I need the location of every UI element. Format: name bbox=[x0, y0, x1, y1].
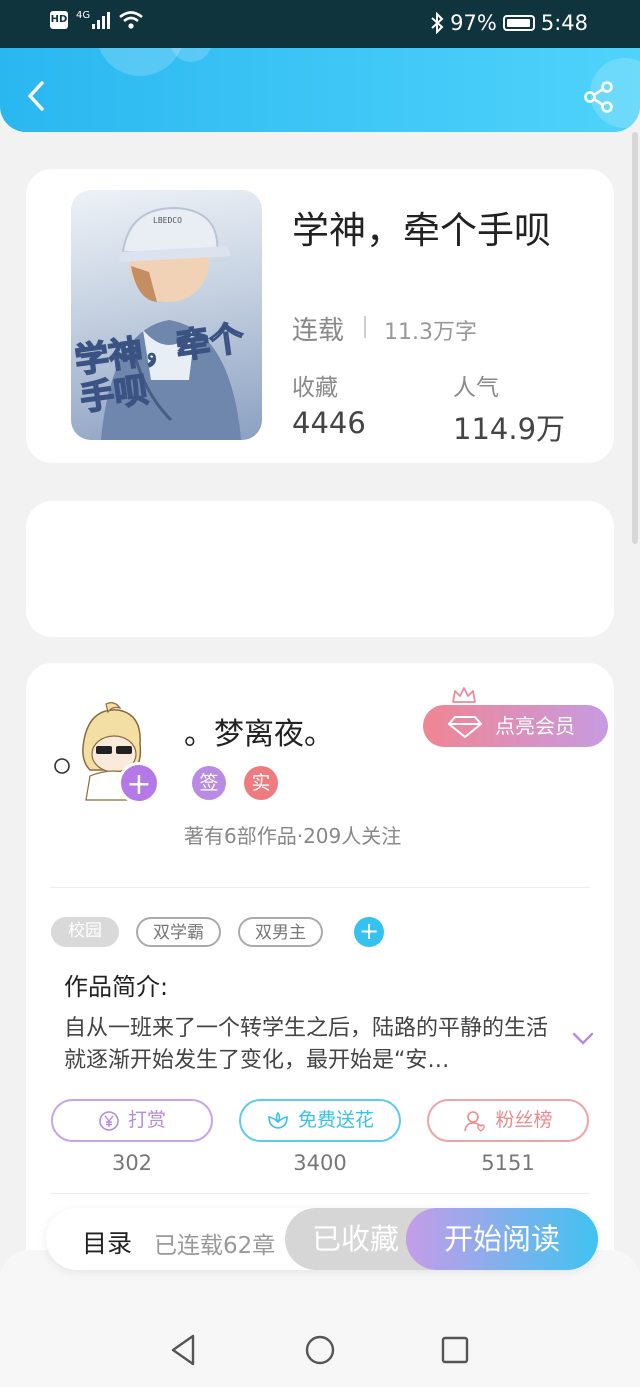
nav-home-icon[interactable] bbox=[300, 1330, 340, 1370]
battery-percent: 97% bbox=[450, 11, 497, 35]
nav-back-icon[interactable] bbox=[165, 1330, 205, 1370]
battery-icon bbox=[502, 15, 535, 31]
tip-label: 打赏 bbox=[127, 1109, 166, 1131]
intro-heading: 作品简介: bbox=[64, 973, 169, 1001]
signal-icon bbox=[92, 11, 111, 29]
collect-count: 4446 bbox=[292, 406, 366, 440]
fan-person-icon bbox=[464, 1110, 486, 1132]
flower-icon bbox=[268, 1111, 288, 1129]
intro-text: 自从一班来了一个转学生之后，陆路的平静的生活就逐渐开始发生了变化，最开始是“安… bbox=[64, 1016, 549, 1073]
wifi-icon bbox=[119, 11, 143, 29]
flower-count: 3400 bbox=[293, 1151, 347, 1175]
collect-label: 收藏 bbox=[292, 375, 338, 401]
book-status: 连载 bbox=[292, 316, 345, 346]
fan-ranking-label: 粉丝榜 bbox=[495, 1109, 553, 1131]
bluetooth-icon bbox=[431, 12, 444, 34]
crown-icon bbox=[452, 687, 476, 703]
diamond-icon bbox=[448, 716, 482, 738]
status-bar: HD 4G 97% 5:48 bbox=[0, 0, 640, 48]
back-icon[interactable] bbox=[22, 80, 54, 112]
expand-chevron-icon[interactable] bbox=[572, 1032, 594, 1046]
signed-badge: 签 bbox=[192, 766, 226, 800]
follow-author-button[interactable]: + bbox=[118, 762, 160, 804]
network-label: 4G bbox=[76, 10, 91, 21]
clock: 5:48 bbox=[540, 11, 588, 35]
section-divider bbox=[50, 1193, 590, 1194]
book-cover[interactable]: LBEDCO 学神，牵个手呗 bbox=[71, 190, 262, 440]
nav-recents-icon[interactable] bbox=[435, 1330, 475, 1370]
verified-badge: 实 bbox=[244, 766, 278, 800]
book-title: 学神，牵个手呗 bbox=[292, 209, 551, 252]
fan-ranking-button[interactable]: 粉丝榜 bbox=[427, 1099, 589, 1142]
vip-label: 点亮会员 bbox=[495, 714, 575, 738]
hd-icon: HD bbox=[50, 11, 68, 29]
tip-count: 302 bbox=[111, 1151, 153, 1175]
tag-item[interactable]: 双学霸 bbox=[136, 917, 221, 947]
section-divider bbox=[50, 887, 590, 888]
vip-member-button[interactable]: 点亮会员 bbox=[423, 705, 608, 747]
popularity-label: 人气 bbox=[453, 375, 499, 401]
cover-cap-text: LBEDCO bbox=[153, 216, 182, 225]
send-flower-button[interactable]: 免费送花 bbox=[239, 1099, 401, 1142]
send-flower-label: 免费送花 bbox=[297, 1109, 374, 1131]
author-works-info: 著有6部作品·209人关注 bbox=[184, 824, 402, 848]
add-tag-button[interactable]: + bbox=[354, 917, 384, 947]
tag-item[interactable]: 双男主 bbox=[238, 917, 323, 947]
start-reading-button[interactable]: 开始阅读 bbox=[406, 1208, 598, 1270]
author-name[interactable]: 。梦离夜。 bbox=[184, 709, 334, 753]
tag-item[interactable]: 校园 bbox=[51, 917, 119, 947]
scrollbar[interactable] bbox=[632, 132, 638, 544]
share-icon[interactable] bbox=[582, 80, 616, 114]
header bbox=[0, 48, 640, 132]
tip-button[interactable]: 打赏 bbox=[51, 1099, 213, 1142]
meta-divider bbox=[364, 316, 366, 338]
blank-card bbox=[26, 501, 614, 637]
chapter-count: 已连载62章 bbox=[154, 1233, 276, 1259]
table-of-contents-button[interactable]: 目录 bbox=[82, 1224, 132, 1260]
fan-count: 5151 bbox=[481, 1151, 535, 1175]
bottom-action-bar: 目录 已连载62章 已收藏 开始阅读 bbox=[46, 1208, 598, 1270]
popularity-count: 114.9万 bbox=[453, 412, 566, 446]
yen-coin-icon bbox=[99, 1110, 119, 1131]
word-count: 11.3万字 bbox=[384, 320, 477, 345]
